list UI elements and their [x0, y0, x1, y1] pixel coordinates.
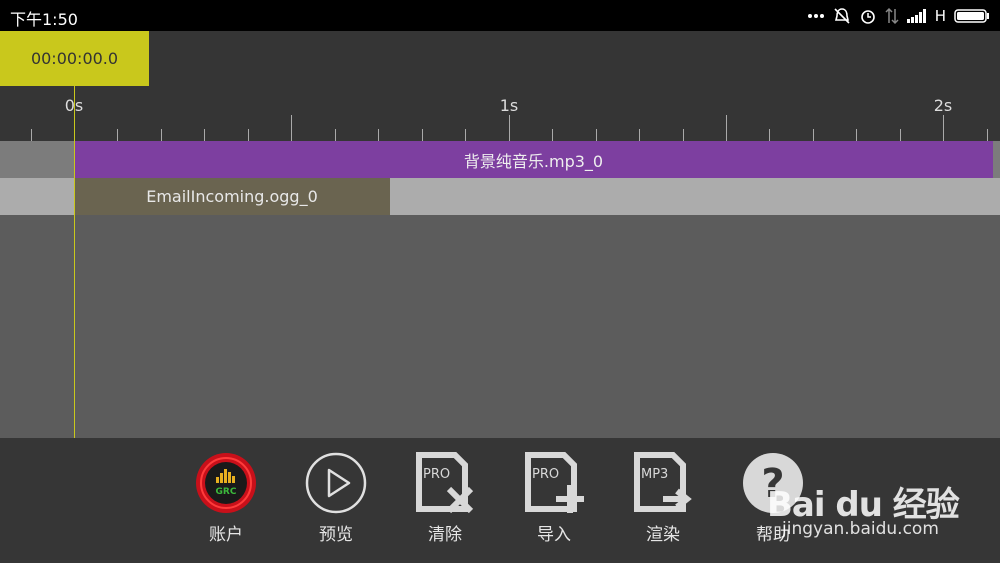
- clear-file-icon: PRO: [413, 451, 477, 519]
- ruler-tick: [856, 129, 857, 141]
- ruler-tick: [291, 115, 292, 141]
- import-badge: PRO: [532, 467, 559, 482]
- render-badge: MP3: [641, 467, 668, 482]
- account-icon: GRC: [194, 451, 258, 519]
- ruler-tick: [161, 129, 162, 141]
- ruler-tick: [726, 115, 727, 141]
- playhead[interactable]: [74, 86, 75, 438]
- render-file-icon: MP3: [631, 451, 695, 519]
- import-button[interactable]: PRO 导入: [509, 452, 599, 545]
- ruler-tick: [378, 129, 379, 141]
- ruler-tick: [987, 129, 988, 141]
- timeline-ruler[interactable]: 0s 1s 2s: [0, 86, 1000, 141]
- audio-track-2[interactable]: EmailIncoming.ogg_0: [0, 178, 1000, 215]
- clip-label: EmailIncoming.ogg_0: [146, 187, 318, 206]
- play-icon: [304, 451, 368, 519]
- ruler-tick: [813, 129, 814, 141]
- ruler-tick: [335, 129, 336, 141]
- ruler-tick: [31, 129, 32, 141]
- ruler-tick: [248, 129, 249, 141]
- watermark-url: jingyan.baidu.com: [782, 519, 939, 539]
- audio-track-1[interactable]: 背景纯音乐.mp3_0: [0, 141, 1000, 178]
- baidu-watermark: Bai du 经验 jingyan.baidu.com: [762, 455, 962, 545]
- ruler-tick: [204, 129, 205, 141]
- ruler-tick: [900, 129, 901, 141]
- preview-label: 预览: [319, 525, 353, 545]
- signal-icon: [906, 9, 927, 23]
- ruler-label: 1s: [499, 96, 519, 115]
- ruler-tick: [509, 115, 510, 141]
- render-button[interactable]: MP3 渲染: [618, 452, 708, 545]
- top-bar: 00:00:00.0: [0, 31, 1000, 86]
- ruler-tick: [552, 129, 553, 141]
- timecode-display[interactable]: 00:00:00.0: [0, 31, 149, 86]
- status-icons: H: [807, 5, 990, 27]
- status-bar: 下午1:50 H: [0, 0, 1000, 31]
- alarm-icon: [859, 7, 877, 25]
- empty-track-area[interactable]: [0, 215, 1000, 438]
- clear-button[interactable]: PRO 清除: [400, 452, 490, 545]
- account-logo-text: GRC: [216, 487, 237, 497]
- battery-icon: [954, 9, 990, 23]
- import-file-icon: PRO: [522, 451, 586, 519]
- import-label: 导入: [537, 525, 571, 545]
- ruler-tick: [596, 129, 597, 141]
- render-label: 渲染: [646, 525, 680, 545]
- clip-label: 背景纯音乐.mp3_0: [463, 151, 604, 171]
- ruler-tick: [683, 129, 684, 141]
- ruler-tick: [769, 129, 770, 141]
- clear-label: 清除: [428, 525, 462, 545]
- ruler-label: 2s: [933, 96, 953, 115]
- ruler-tick: [943, 115, 944, 141]
- audio-clip[interactable]: EmailIncoming.ogg_0: [74, 178, 390, 215]
- status-time: 下午1:50: [10, 10, 78, 29]
- account-label: 账户: [209, 525, 243, 545]
- more-icon: [807, 13, 825, 19]
- ruler-tick: [639, 129, 640, 141]
- ruler-tick: [422, 129, 423, 141]
- account-button[interactable]: GRC 账户: [181, 452, 271, 545]
- ruler-tick: [117, 129, 118, 141]
- ruler-tick: [465, 129, 466, 141]
- audio-clip[interactable]: 背景纯音乐.mp3_0: [74, 141, 993, 178]
- data-transfer-icon: [885, 7, 899, 25]
- clear-badge: PRO: [423, 467, 450, 482]
- preview-button[interactable]: 预览: [291, 452, 381, 545]
- network-type: H: [934, 7, 946, 25]
- mute-icon: [833, 7, 851, 25]
